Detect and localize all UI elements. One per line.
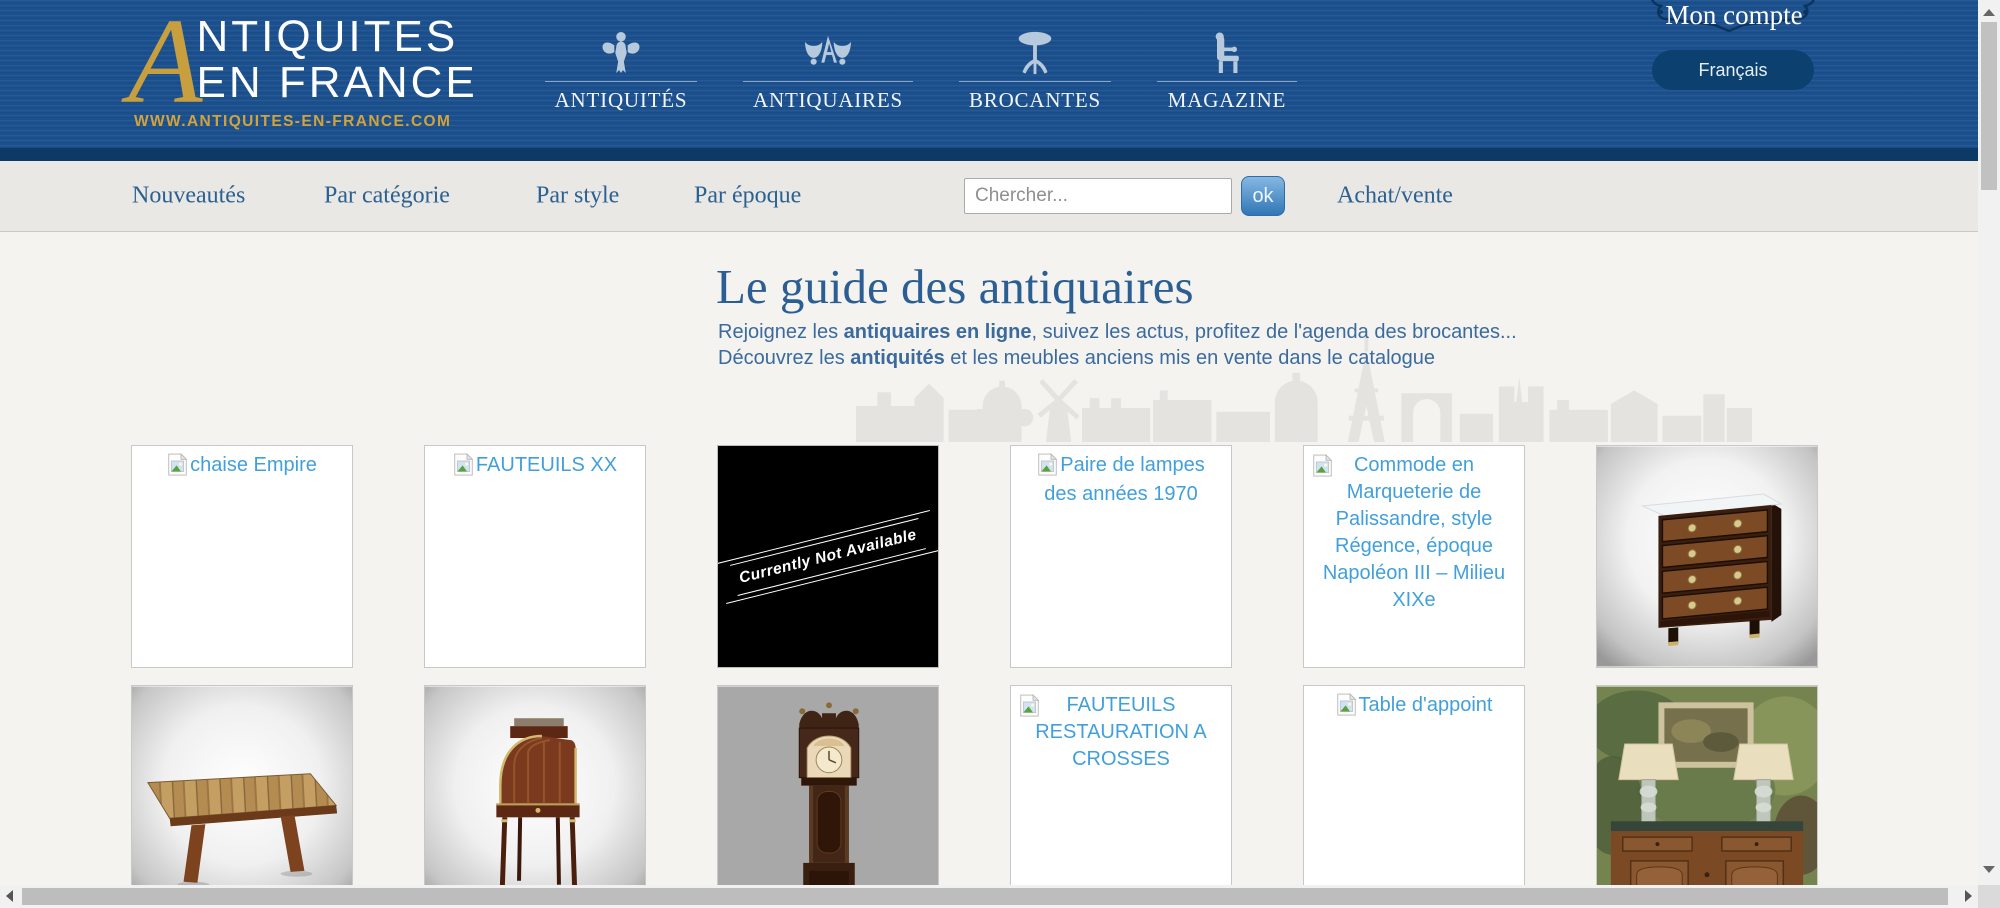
- broken-image-icon: [1336, 693, 1357, 721]
- armchair-icon: [1207, 26, 1247, 76]
- product-alt-link[interactable]: Table d'appoint: [1359, 694, 1493, 716]
- pedestal-table-icon: [1012, 26, 1058, 76]
- menu-link-par-style[interactable]: Par style: [536, 183, 619, 210]
- product-alt-link[interactable]: Paire de lampes des années 1970: [1044, 454, 1205, 505]
- product-alt-link[interactable]: chaise Empire: [190, 454, 317, 476]
- account-widget[interactable]: Mon compte: [1645, 0, 1823, 46]
- site-logo[interactable]: A NTIQUITES EN FRANCE WWW.ANTIQUITES-EN-…: [128, 14, 478, 131]
- intro-line-1: Rejoignez les antiquaires en ligne, suiv…: [718, 319, 1517, 345]
- vertical-scroll-thumb[interactable]: [1981, 22, 1997, 190]
- nav-item-antiquites[interactable]: ANTIQUITÉS: [545, 26, 697, 113]
- product-card[interactable]: chaise Empire: [131, 445, 353, 668]
- scroll-up-arrow-icon[interactable]: [1983, 9, 1995, 16]
- broken-image-icon: [1312, 454, 1333, 482]
- menu-link-par-categorie[interactable]: Par catégorie: [324, 183, 450, 210]
- product-card-photo[interactable]: [131, 685, 353, 908]
- commode-photo: [1597, 446, 1817, 667]
- site-header: A NTIQUITES EN FRANCE WWW.ANTIQUITES-EN-…: [0, 0, 1978, 148]
- broken-image-icon: [1019, 694, 1040, 722]
- product-card-photo[interactable]: [424, 685, 646, 908]
- product-card[interactable]: Table d'appoint: [1303, 685, 1525, 908]
- broken-image-icon: [167, 453, 188, 481]
- product-card-unavailable[interactable]: Currently Not Available: [717, 445, 939, 668]
- menu-link-achat-vente[interactable]: Achat/vente: [1337, 183, 1453, 210]
- product-alt-link[interactable]: FAUTEUILS RESTAURATION A CROSSES: [1035, 694, 1207, 770]
- broken-image-icon: [453, 453, 474, 481]
- nav-underline: [959, 81, 1111, 82]
- scroll-down-arrow-icon[interactable]: [1983, 866, 1995, 873]
- menu-bar: Nouveautés Par catégorie Par style Par é…: [0, 161, 1978, 232]
- scrollbar-corner: [1978, 885, 2000, 908]
- not-available-banner: Currently Not Available: [718, 446, 938, 667]
- search-input[interactable]: [964, 178, 1232, 214]
- logo-monogram: A: [128, 16, 203, 108]
- product-card-photo[interactable]: [1596, 445, 1818, 668]
- product-card[interactable]: Commode en Marqueterie de Palissandre, s…: [1303, 445, 1525, 668]
- product-grid: chaise Empire FAUTEUILS XX Curren: [131, 445, 1818, 908]
- vertical-scrollbar[interactable]: [1978, 0, 2000, 908]
- search-ok-button[interactable]: ok: [1241, 176, 1285, 216]
- farm-table-photo: [132, 686, 352, 907]
- nav-item-magazine[interactable]: MAGAZINE: [1157, 26, 1297, 113]
- product-card-photo[interactable]: [717, 685, 939, 908]
- nav-underline: [1157, 81, 1297, 82]
- product-alt-link[interactable]: FAUTEUILS XX: [476, 454, 617, 476]
- page-title: Le guide des antiquaires: [716, 258, 1194, 315]
- product-alt-link[interactable]: Commode en Marqueterie de Palissandre, s…: [1323, 454, 1505, 611]
- product-card[interactable]: Paire de lampes des années 1970: [1010, 445, 1232, 668]
- nav-underline: [545, 81, 697, 82]
- grandfather-clock-photo: [718, 686, 938, 907]
- product-card-photo[interactable]: [1596, 685, 1818, 908]
- scroll-right-arrow-icon[interactable]: [1965, 890, 1972, 902]
- site-url: WWW.ANTIQUITES-EN-FRANCE.COM: [134, 113, 478, 131]
- cylinder-desk-photo: [425, 686, 645, 907]
- intro-line-2: Découvrez les antiquités et les meubles …: [718, 345, 1435, 371]
- account-label: Mon compte: [1665, 0, 1802, 31]
- broken-image-icon: [1037, 453, 1058, 481]
- nav-item-antiquaires[interactable]: ANTIQUAIRES: [743, 26, 913, 113]
- nav-item-brocantes[interactable]: BROCANTES: [959, 26, 1111, 113]
- cherub-icon: [600, 26, 642, 76]
- chairs-compass-icon: [801, 26, 855, 76]
- language-button[interactable]: Français: [1652, 50, 1814, 90]
- sideboard-photo: [1597, 686, 1817, 907]
- logo-wordmark: NTIQUITES EN FRANCE: [197, 14, 478, 108]
- horizontal-scroll-thumb[interactable]: [22, 888, 1948, 905]
- header-divider: [0, 148, 1978, 161]
- horizontal-scrollbar[interactable]: [0, 885, 1978, 908]
- product-card[interactable]: FAUTEUILS XX: [424, 445, 646, 668]
- primary-nav: ANTIQUITÉS ANTIQUAIRES: [545, 26, 1297, 113]
- menu-link-nouveautes[interactable]: Nouveautés: [132, 183, 245, 210]
- menu-link-par-epoque[interactable]: Par époque: [694, 183, 801, 210]
- page: A NTIQUITES EN FRANCE WWW.ANTIQUITES-EN-…: [0, 0, 2000, 908]
- nav-underline: [743, 81, 913, 82]
- product-card[interactable]: FAUTEUILS RESTAURATION A CROSSES: [1010, 685, 1232, 908]
- scroll-left-arrow-icon[interactable]: [6, 890, 13, 902]
